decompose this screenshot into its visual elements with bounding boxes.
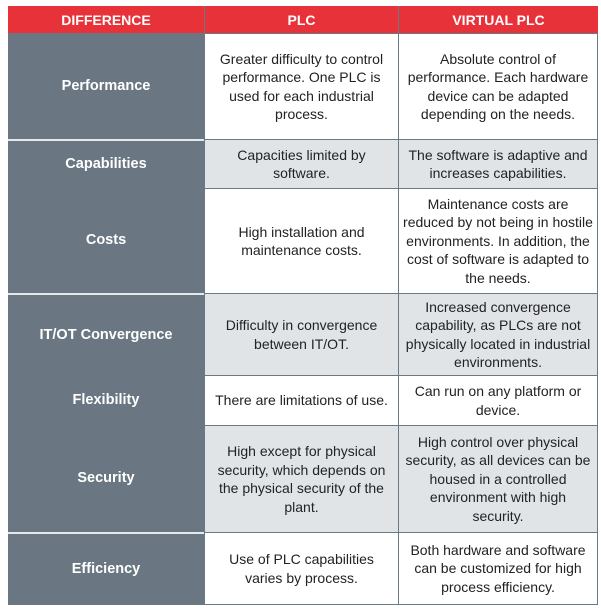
virtual-plc-cell-security: High control over physical security, as … — [398, 425, 598, 532]
row-label-flexibility: Flexibility — [8, 375, 204, 425]
header-virtual-plc: VIRTUAL PLC — [398, 6, 598, 33]
virtual-plc-cell-flexibility: Can run on any platform or device. — [398, 375, 598, 425]
row-label-performance: Performance — [8, 33, 204, 139]
plc-cell-costs: High installation and maintenance costs. — [204, 188, 398, 293]
virtual-plc-cell-performance: Absolute control of performance. Each ha… — [398, 33, 598, 139]
row-label-costs: Costs — [8, 188, 204, 293]
row-label-security: Security — [8, 425, 204, 532]
plc-cell-efficiency: Use of PLC capabilities varies by proces… — [204, 532, 398, 605]
virtual-plc-cell-costs: Maintenance costs are reduced by not bei… — [398, 188, 598, 293]
row-label-capabilities: Capabilities — [8, 139, 204, 188]
plc-cell-it-ot-convergence: Difficulty in convergence between IT/OT. — [204, 293, 398, 375]
row-label-it-ot-convergence: IT/OT Convergence — [8, 293, 204, 375]
plc-cell-capabilities: Capacities limited by software. — [204, 139, 398, 188]
virtual-plc-cell-efficiency: Both hardware and software can be custom… — [398, 532, 598, 605]
plc-cell-performance: Greater difficulty to control performanc… — [204, 33, 398, 139]
row-label-efficiency: Efficiency — [8, 532, 204, 605]
virtual-plc-cell-it-ot-convergence: Increased convergence capability, as PLC… — [398, 293, 598, 375]
plc-cell-flexibility: There are limitations of use. — [204, 375, 398, 425]
header-plc: PLC — [204, 6, 398, 33]
header-difference: DIFFERENCE — [8, 6, 204, 33]
plc-cell-security: High except for physical security, which… — [204, 425, 398, 532]
virtual-plc-cell-capabilities: The software is adaptive and increases c… — [398, 139, 598, 188]
